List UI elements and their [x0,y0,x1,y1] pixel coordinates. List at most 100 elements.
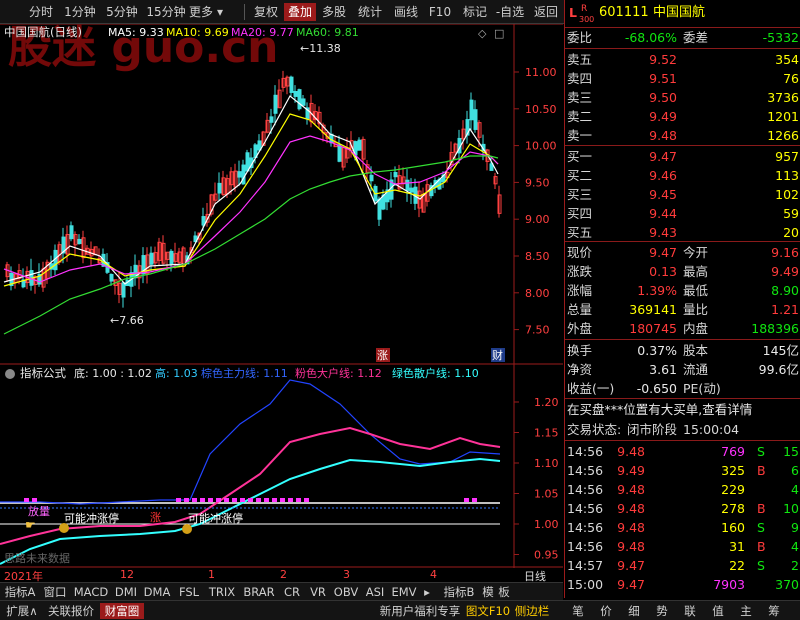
candle [169,250,174,265]
tab-macd[interactable]: MACD [71,584,111,600]
tab-dma[interactable]: DMA [141,584,173,600]
cai-badge[interactable]: 财 [492,348,503,362]
indicator-axis-label: 1.15 [534,427,559,440]
candle [409,187,414,193]
tab-mo[interactable]: 模 [480,584,496,600]
kline-chart-area[interactable]: 股迷 guo.cn 中国国航(日线) MA5: 9.33 MA10: 9.69 … [0,24,563,568]
related-quotes-tab[interactable]: 关联报价 [44,603,98,619]
f10-link[interactable]: 图文F10 [465,603,511,619]
candle [109,273,114,282]
tab-xi[interactable]: 细 [624,603,644,619]
tag-l: L [569,5,577,20]
back-button[interactable]: 返回 [530,3,562,21]
signal-marker [32,498,37,502]
chevron-down-icon[interactable]: ▾ [214,3,226,21]
notice-row[interactable]: 在买盘***位置有大买单,查看详情 [565,400,800,419]
duogu-button[interactable]: 多股 [318,3,350,21]
tab-ban[interactable]: 板 [496,584,512,600]
bid-row: 买二 9.46 113 [567,168,799,183]
tab-more[interactable]: 更多 [186,3,216,21]
tick-row: 14:56 9.48 769 S 15 [567,444,799,459]
tab-zhu[interactable]: 主 [736,603,756,619]
price-label: 11.00 [525,66,557,79]
coin-icon [59,523,69,533]
signal-marker [264,498,269,502]
biaoji-button[interactable]: 标记 [459,3,491,21]
tab-dmi[interactable]: DMI [112,584,140,600]
tab-chou[interactable]: 筹 [764,603,784,619]
candle [289,76,294,93]
tab-bi[interactable]: 笔 [568,603,588,619]
price-label: 7.50 [525,324,550,337]
signal-marker [240,498,245,502]
tab-window[interactable]: 窗口 [40,584,70,600]
expand-button[interactable]: 扩展∧ [2,603,42,619]
candle [245,152,250,172]
ask-row: 卖一 9.48 1266 [567,128,799,143]
f10-button[interactable]: F10 [425,3,455,21]
indicator-toggle-icon[interactable] [5,369,15,379]
fuquan-button[interactable]: 复权 [250,3,282,21]
signal-marker [184,498,189,502]
signal-marker [232,498,237,502]
signal-marker [24,498,29,502]
annotation-fangliang: 放量 [28,504,50,518]
tab-15min[interactable]: 15分钟 [143,3,189,21]
indicator-name: 指标公式 [20,366,66,380]
tab-vr[interactable]: VR [306,584,330,600]
price-label: 10.50 [525,103,557,116]
tab-shi[interactable]: 势 [652,603,672,619]
tab-obv[interactable]: OBV [331,584,361,600]
candle [237,171,242,178]
sidebar-link[interactable]: 侧边栏 [512,603,552,619]
big-order-notice[interactable]: 在买盘***位置有大买单,查看详情 [567,400,752,419]
tongji-button[interactable]: 统计 [354,3,386,21]
ma-lines [3,95,499,335]
signal-marker [472,498,477,502]
tab-cr[interactable]: CR [279,584,305,600]
tab-asi[interactable]: ASI [362,584,388,600]
collapse-icon[interactable]: ◇ [478,27,487,40]
price-axis: 11.00 10.50 10.00 9.50 9.00 8.50 8.00 7.50 [514,66,557,337]
tab-5min[interactable]: 5分钟 [102,3,142,21]
diejia-button[interactable]: 叠加 [284,3,316,21]
indicator-lines [0,379,501,565]
indicator-pink-line: 粉色大户线: 1.12 [295,366,382,380]
candle [393,171,398,178]
stat-row: 外盘 180745 内盘 188396 [567,321,799,336]
tab-indicator-b[interactable]: 指标B [440,584,478,600]
kline-svg[interactable]: 股迷 guo.cn 中国国航(日线) MA5: 9.33 MA10: 9.69 … [0,24,563,568]
status-row: 交易状态: 闭市阶段 15:00:04 [567,422,740,437]
tab-fsl[interactable]: FSL [174,584,204,600]
tab-fenshi[interactable]: 分时 [26,3,56,21]
huaxian-button[interactable]: 画线 [390,3,422,21]
candle [217,182,222,194]
chevron-right-icon[interactable]: ▸ [420,584,434,600]
tab-indicator-a[interactable]: 指标A [1,584,39,600]
close-icon[interactable]: □ [494,27,504,40]
zhang-badge[interactable]: 涨 [377,349,388,362]
tab-zhi[interactable]: 值 [708,603,728,619]
signal-marker [200,498,205,502]
new-user-welfare-link[interactable]: 新用户福利专享 [376,603,464,619]
signal-marker [216,498,221,502]
caifuquan-tab[interactable]: 财富圈 [100,603,144,619]
zixuan-button[interactable]: -自选 [494,3,526,21]
stat-row: 总量 369141 量比 1.21 [567,302,799,317]
tab-1min[interactable]: 1分钟 [60,3,100,21]
stock-code: 601111 [599,5,649,20]
candle [69,225,74,240]
ask-row: 卖二 9.49 1201 [567,109,799,124]
candle [273,94,278,114]
indicator-blue-line: 棕色主力线: 1.11 [201,366,288,380]
candle [121,282,126,298]
candle [297,89,302,110]
price-label: 9.50 [525,176,550,189]
tab-brar[interactable]: BRAR [240,584,278,600]
tab-lian[interactable]: 联 [680,603,700,619]
time-tick: 2 [280,568,287,581]
tab-emv[interactable]: EMV [389,584,419,600]
tab-jia[interactable]: 价 [596,603,616,619]
bid-row: 买三 9.45 102 [567,187,799,202]
tab-trix[interactable]: TRIX [205,584,239,600]
